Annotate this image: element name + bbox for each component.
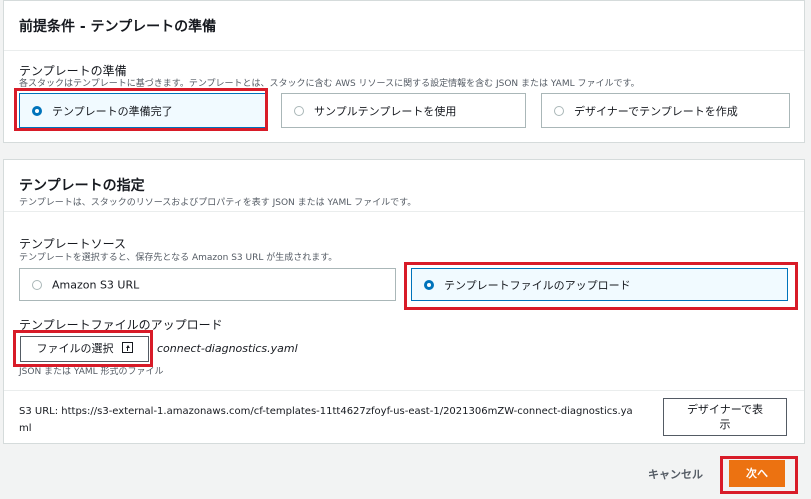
prepare-template-desc: 各スタックはテンプレートに基づきます。テンプレートとは、スタックに含む AWS …	[19, 79, 640, 89]
s3-url-line-2: ml	[19, 423, 32, 434]
option-amazon-s3-url-label: Amazon S3 URL	[52, 278, 140, 291]
radio-use-sample[interactable]	[294, 105, 304, 116]
radio-template-ready[interactable]	[32, 105, 42, 116]
template-source-desc: テンプレートを選択すると、保存先となる Amazon S3 URL が生成されま…	[19, 253, 338, 263]
option-create-in-designer[interactable]: デザイナーでテンプレートを作成	[541, 93, 790, 128]
prerequisites-title: 前提条件 - テンプレートの準備	[19, 19, 217, 35]
view-in-designer-label-2: 示	[719, 418, 731, 431]
upload-template-label: テンプレートファイルのアップロード	[19, 318, 223, 332]
specify-template-panel: テンプレートの指定 テンプレートは、スタックのリソースおよびプロパティを表す J…	[3, 159, 805, 444]
choose-file-button[interactable]: ファイルの選択	[20, 336, 149, 362]
upload-icon	[121, 342, 133, 353]
selected-file-name: connect-diagnostics.yaml	[157, 342, 298, 355]
option-upload-template-file-label: テンプレートファイルのアップロード	[444, 278, 631, 292]
specify-template-header: テンプレートの指定 テンプレートは、スタックのリソースおよびプロパティを表す J…	[4, 160, 804, 212]
view-in-designer-button[interactable]: デザイナーで表 示	[663, 398, 787, 436]
option-upload-template-file[interactable]: テンプレートファイルのアップロード	[411, 268, 788, 301]
option-amazon-s3-url[interactable]: Amazon S3 URL	[19, 268, 396, 301]
radio-upload-template-file[interactable]	[424, 279, 434, 290]
s3-url-text: S3 URL: https://s3-external-1.amazonaws.…	[19, 403, 659, 437]
file-format-hint: JSON または YAML 形式のファイル	[19, 367, 164, 377]
choose-file-label: ファイルの選択	[36, 342, 114, 355]
prerequisites-panel: 前提条件 - テンプレートの準備 テンプレートの準備 各スタックはテンプレートに…	[3, 0, 805, 143]
option-create-in-designer-label: デザイナーでテンプレートを作成	[574, 104, 738, 118]
cancel-link[interactable]: キャンセル	[648, 466, 703, 482]
specify-template-title: テンプレートの指定	[19, 178, 145, 194]
radio-amazon-s3-url[interactable]	[32, 279, 42, 290]
next-button[interactable]: 次へ	[729, 460, 785, 487]
radio-create-in-designer[interactable]	[554, 105, 564, 116]
option-template-ready[interactable]: テンプレートの準備完了	[19, 93, 266, 128]
view-in-designer-label-1: デザイナーで表	[686, 403, 764, 416]
specify-template-desc: テンプレートは、スタックのリソースおよびプロパティを表す JSON または YA…	[19, 198, 417, 208]
s3-url-line-1: S3 URL: https://s3-external-1.amazonaws.…	[19, 406, 633, 417]
prerequisites-header: 前提条件 - テンプレートの準備	[4, 1, 804, 51]
s3-url-separator	[4, 390, 804, 391]
template-source-label: テンプレートソース	[19, 237, 127, 251]
option-template-ready-label: テンプレートの準備完了	[52, 104, 173, 118]
option-use-sample-label: サンプルテンプレートを使用	[314, 104, 457, 118]
prepare-template-label: テンプレートの準備	[19, 64, 127, 78]
option-use-sample[interactable]: サンプルテンプレートを使用	[281, 93, 526, 128]
